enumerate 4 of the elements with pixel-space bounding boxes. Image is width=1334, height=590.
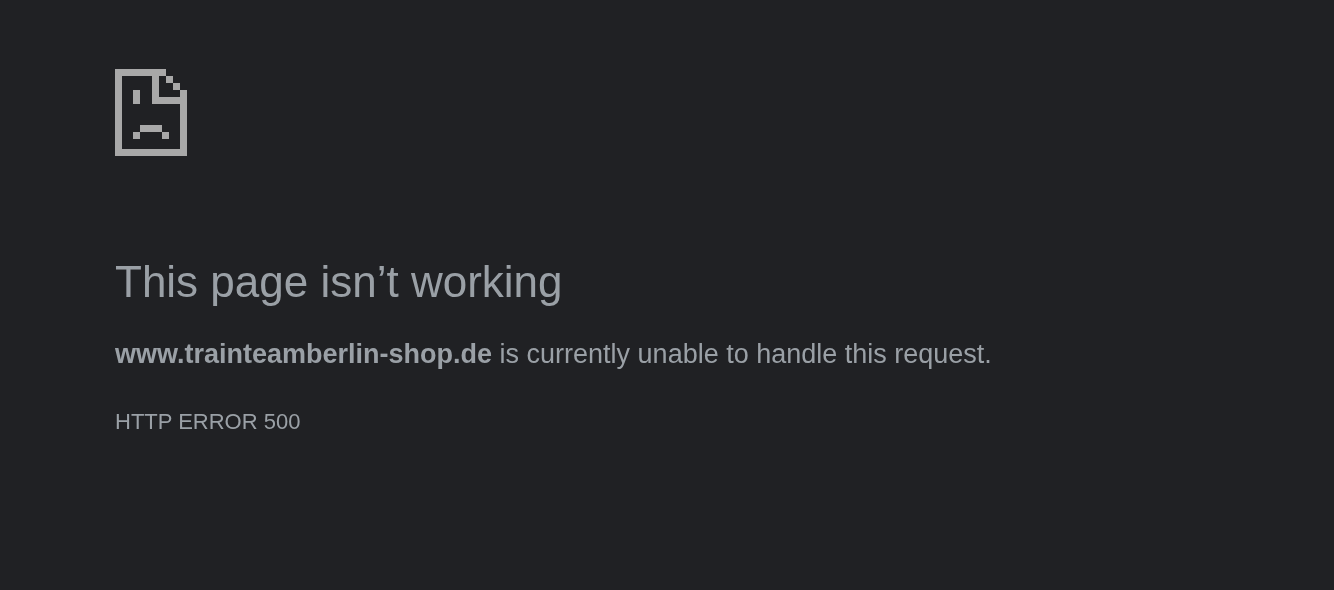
error-code: HTTP ERROR 500 (115, 408, 301, 436)
error-message: www.trainteamberlin-shop.de is currently unable to handle this request. (115, 338, 992, 371)
error-heading: This page isn’t working (115, 256, 563, 308)
sad-page-icon (115, 69, 187, 156)
